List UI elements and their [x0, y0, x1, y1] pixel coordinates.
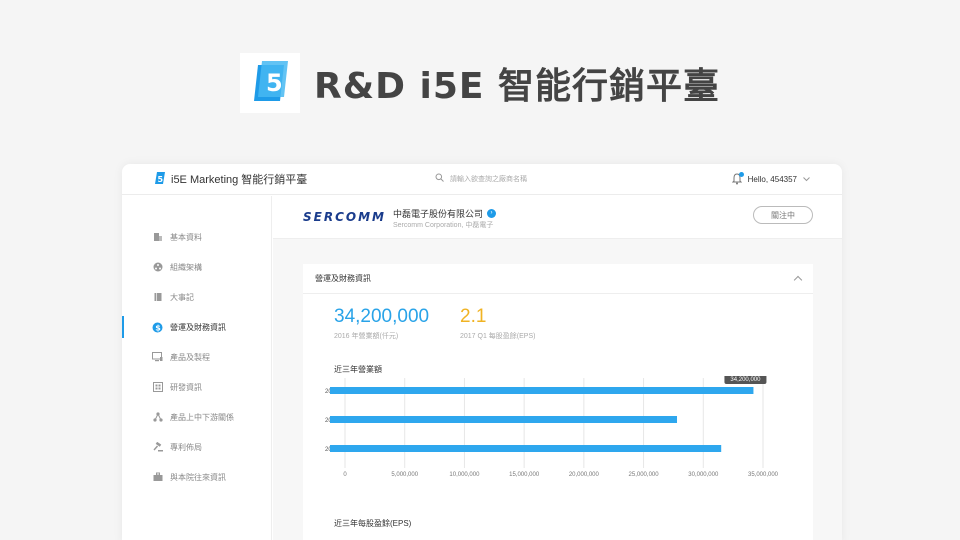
org-icon — [152, 262, 163, 273]
svg-text:5: 5 — [266, 69, 283, 97]
app-logo-icon: 5 — [154, 171, 166, 188]
notification-dot — [738, 172, 744, 177]
i5e-logo-icon: 5 — [239, 53, 300, 113]
main-content: SERCOMM 中磊電子股份有限公司 › Sercomm Corporation… — [273, 196, 842, 540]
book-icon — [152, 292, 163, 303]
search-icon — [435, 173, 444, 184]
sidebar-item-institute-relations[interactable]: 與本院往來資訊 — [122, 468, 272, 486]
finance-card: 營運及財務資訊 34,200,000 2016 年營業額(仟元) 2.1 201… — [303, 264, 813, 540]
search-input[interactable]: 請輸入欲查詢之廠商名稱 — [435, 173, 527, 184]
x-tick-label: 15,000,000 — [509, 472, 540, 478]
verified-icon: › — [487, 209, 497, 218]
top-bar: 5 i5E Marketing 智能行銷平臺 請輸入欲查詢之廠商名稱 Hello… — [122, 164, 842, 195]
app-brand[interactable]: 5 i5E Marketing 智能行銷平臺 — [154, 171, 307, 188]
search-placeholder: 請輸入欲查詢之廠商名稱 — [450, 175, 527, 183]
company-name: 中磊電子股份有限公司 › — [393, 207, 497, 220]
card-header[interactable]: 營運及財務資訊 — [303, 264, 813, 294]
revenue-bar-chart: 0 5,000,000 10,000,000 15,000,000 20,000,000… — [325, 376, 779, 478]
sidebar-item-products[interactable]: 產品及製程 — [122, 348, 272, 366]
chevron-down-icon — [803, 175, 810, 184]
x-tick-label: 25,000,000 — [629, 472, 660, 478]
card-title: 營運及財務資訊 — [315, 274, 371, 283]
sidebar-item-label: 與本院往來資訊 — [170, 472, 226, 482]
dollar-icon: $ — [152, 322, 163, 333]
company-name-text: 中磊電子股份有限公司 — [393, 209, 484, 219]
eps-label: 2017 Q1 每股盈餘(EPS) — [460, 333, 536, 340]
x-tick-label: 35,000,000 — [748, 472, 779, 478]
sidebar-item-label: 組織架構 — [170, 262, 202, 272]
company-subtitle: Sercomm Corporation, 中磊電子 — [393, 222, 494, 229]
revenue-label: 2016 年營業額(仟元) — [334, 333, 399, 340]
sidebar-item-label: 基本資料 — [170, 232, 202, 242]
eps-kpi: 2.1 2017 Q1 每股盈餘(EPS) — [460, 306, 535, 341]
revenue-chart-title: 近三年營業額 — [334, 365, 382, 374]
x-tick-label: 5,000,000 — [391, 472, 418, 478]
bar — [330, 387, 754, 394]
tooltip-text: 34,200,000 — [730, 377, 761, 383]
svg-text:5: 5 — [158, 175, 164, 184]
sidebar-item-finance[interactable]: $ 營運及財務資訊 — [122, 316, 272, 338]
sidebar-item-milestones[interactable]: 大事記 — [122, 288, 272, 306]
x-tick-label: 30,000,000 — [688, 472, 719, 478]
sidebar-item-rnd[interactable]: 研發資訊 — [122, 378, 272, 396]
sidebar-item-label: 研發資訊 — [170, 382, 202, 392]
briefcase-icon — [152, 472, 163, 483]
company-logo: SERCOMM — [303, 210, 386, 224]
x-tick-label: 20,000,000 — [569, 472, 600, 478]
sidebar-item-label: 大事記 — [170, 292, 194, 302]
eps-value: 2.1 — [460, 306, 487, 327]
app-name: i5E Marketing 智能行銷平臺 — [171, 174, 308, 186]
sidebar-item-label: 產品及製程 — [170, 352, 210, 362]
sidebar-item-label: 專利佈局 — [170, 442, 202, 452]
revenue-value: 34,200,000 — [334, 306, 430, 327]
bar — [330, 416, 678, 423]
user-greeting: Hello, 454357 — [747, 174, 797, 184]
sidebar-item-org[interactable]: 組織架構 — [122, 258, 272, 276]
notification-bell-icon[interactable] — [731, 172, 744, 185]
user-menu[interactable]: Hello, 454357 — [731, 172, 810, 185]
sidebar: 基本資料 組織架構 大事記 $ 營運及財務資訊 產品及製程 研發資訊 產品上中下… — [122, 196, 272, 540]
x-tick-label: 0 — [343, 472, 347, 478]
sidebar-item-supply-chain[interactable]: 產品上中下游關係 — [122, 408, 272, 426]
app-window: 5 i5E Marketing 智能行銷平臺 請輸入欲查詢之廠商名稱 Hello… — [122, 164, 842, 540]
eps-chart-title: 近三年每股盈餘(EPS) — [334, 519, 412, 528]
svg-text:$: $ — [155, 323, 161, 332]
sidebar-item-label: 營運及財務資訊 — [170, 322, 226, 332]
sidebar-item-patents[interactable]: 專利佈局 — [122, 438, 272, 456]
hierarchy-icon — [152, 412, 163, 423]
revenue-kpi: 34,200,000 2016 年營業額(仟元) — [334, 306, 429, 341]
monitor-icon — [152, 352, 163, 363]
hero-header: 5 R&D i5E 智能行銷平臺 — [0, 52, 960, 114]
chevron-up-icon[interactable] — [793, 275, 803, 285]
grid-icon — [152, 382, 163, 393]
follow-button[interactable]: 關注中 — [753, 206, 813, 224]
sidebar-item-label: 產品上中下游關係 — [170, 412, 234, 422]
hero-title: R&D i5E 智能行銷平臺 — [313, 66, 721, 107]
x-tick-label: 10,000,000 — [449, 472, 480, 478]
company-header: SERCOMM 中磊電子股份有限公司 › Sercomm Corporation… — [273, 196, 842, 239]
building-icon — [152, 232, 163, 243]
gavel-icon — [152, 442, 163, 453]
sidebar-item-basic-info[interactable]: 基本資料 — [122, 228, 272, 246]
bar — [330, 445, 722, 452]
